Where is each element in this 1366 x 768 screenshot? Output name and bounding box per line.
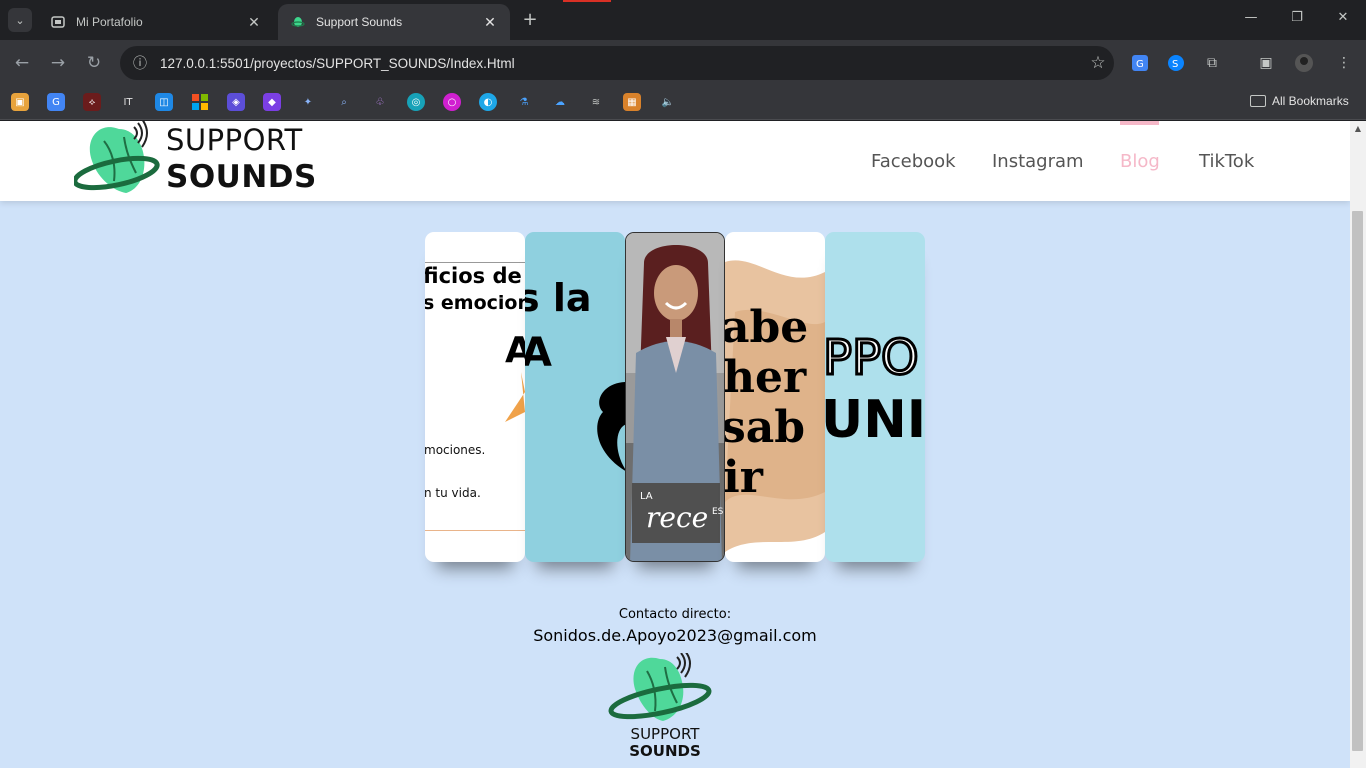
card2-black-shape xyxy=(597,382,625,471)
folder-icon xyxy=(1250,95,1266,107)
card3-caption: rece xyxy=(646,501,709,534)
bookmark-speaker-icon[interactable]: 🔈 xyxy=(659,93,677,111)
side-panel-icon[interactable]: ▣ xyxy=(1256,53,1276,73)
profile-avatar[interactable] xyxy=(1294,53,1314,73)
page-scrollbar[interactable]: ▲ xyxy=(1350,121,1366,768)
nav-facebook[interactable]: Facebook xyxy=(871,151,956,172)
nav-blog[interactable]: Blog xyxy=(1120,151,1160,172)
reload-icon[interactable]: ↻ xyxy=(82,51,106,75)
bookmark-purple-icon[interactable]: ◆ xyxy=(263,93,281,111)
scroll-up-arrow-icon[interactable]: ▲ xyxy=(1353,124,1363,133)
bookmark-sparkle-icon[interactable]: ✦ xyxy=(299,93,317,111)
bookmark-pattern-icon[interactable]: ▦ xyxy=(623,93,641,111)
card1-big-letter: A xyxy=(505,330,525,371)
tab-support-sounds[interactable]: Support Sounds ✕ xyxy=(278,4,510,40)
bookmark-translate-icon[interactable]: G xyxy=(47,93,65,111)
bookmark-tree-icon[interactable]: ♧ xyxy=(371,93,389,111)
contact-email-link[interactable]: Sonidos.de.Apoyo2023@gmail.com xyxy=(0,626,1350,645)
logo-line2: SOUNDS xyxy=(166,159,317,195)
heart-planet-logo-icon xyxy=(74,121,160,193)
recording-indicator xyxy=(563,0,611,2)
site-header: SUPPORT SOUNDS Facebook Instagram Blog T… xyxy=(0,121,1350,201)
extensions-puzzle-icon[interactable]: ⧉ xyxy=(1202,53,1222,73)
logo-line1: SUPPORT xyxy=(166,123,303,157)
page-viewport: SUPPORT SOUNDS Facebook Instagram Blog T… xyxy=(0,121,1350,768)
bookmark-red-icon[interactable]: ⟡ xyxy=(83,93,101,111)
bookmark-ring-icon[interactable]: ○ xyxy=(443,93,461,111)
card-bottom-rule xyxy=(425,530,525,531)
site-info-icon[interactable]: ⓘ xyxy=(124,53,156,73)
back-icon[interactable]: ← xyxy=(10,51,34,75)
gallery-card-4[interactable]: abe her sab ir xyxy=(725,232,825,562)
bookmark-box-icon[interactable]: ◫ xyxy=(155,93,173,111)
shazam-extension-icon[interactable]: S xyxy=(1166,53,1186,73)
bookmark-microsoft-icon[interactable] xyxy=(191,93,209,111)
new-tab-button[interactable]: + xyxy=(518,10,542,30)
gallery-card-3-photo[interactable]: rece ES LA xyxy=(625,232,725,562)
bookmark-cube-icon[interactable]: ◈ xyxy=(227,93,245,111)
url-text[interactable]: 127.0.0.1:5501/proyectos/SUPPORT_SOUNDS/… xyxy=(156,56,1082,71)
card4-line2: her xyxy=(725,352,807,403)
tab-title: Support Sounds xyxy=(316,15,403,29)
restore-icon[interactable]: ❐ xyxy=(1282,10,1312,30)
gallery-card-2[interactable]: s la A xyxy=(525,232,625,562)
bookmark-type-icon[interactable]: IT xyxy=(119,93,137,111)
footer-logo-line1: SUPPORT xyxy=(630,725,700,743)
tab-search-button[interactable]: ⌄ xyxy=(8,8,32,32)
card1-heading-line2: s emocione xyxy=(425,292,525,314)
page-favicon-icon xyxy=(50,14,66,30)
forward-icon[interactable]: → xyxy=(46,51,70,75)
menu-kebab-icon[interactable]: ⋮ xyxy=(1334,53,1354,73)
card-top-rule xyxy=(425,262,525,263)
card3-caption-suffix: ES xyxy=(712,507,724,517)
bookmark-blue-icon[interactable]: ◐ xyxy=(479,93,497,111)
nav-tiktok[interactable]: TikTok xyxy=(1199,151,1254,172)
card1-heading-line1: ficios de li xyxy=(425,264,525,288)
gallery-card-1[interactable]: ficios de li s emocione A mociones. n tu… xyxy=(425,232,525,562)
support-sounds-favicon-icon xyxy=(290,14,306,30)
nav-instagram[interactable]: Instagram xyxy=(992,151,1084,172)
close-tab-icon[interactable]: ✕ xyxy=(482,14,498,30)
bookmark-cloud-icon[interactable]: ☁ xyxy=(551,93,569,111)
card5-line1: PPO xyxy=(825,329,920,388)
card4-line1: abe xyxy=(725,302,809,353)
all-bookmarks-label: All Bookmarks xyxy=(1272,94,1349,108)
card2-big-letter: A xyxy=(525,330,552,376)
active-nav-indicator xyxy=(1120,121,1159,125)
bookmark-bag-icon[interactable]: ▣ xyxy=(11,93,29,111)
tab-title: Mi Portafolio xyxy=(76,15,143,29)
bookmark-flask-icon[interactable]: ⚗ xyxy=(515,93,533,111)
site-logo[interactable]: SUPPORT SOUNDS xyxy=(74,121,317,199)
svg-text:G: G xyxy=(1136,59,1144,70)
card1-small-line2: n tu vida. xyxy=(425,486,481,500)
bookmark-layers-icon[interactable]: ≋ xyxy=(587,93,605,111)
card5-line2: UNI xyxy=(825,390,925,450)
bookmark-search-icon[interactable]: ⌕ xyxy=(335,93,353,111)
scrollbar-thumb[interactable] xyxy=(1352,211,1363,751)
translate-extension-icon[interactable]: G xyxy=(1130,53,1150,73)
address-bar[interactable]: ⓘ 127.0.0.1:5501/proyectos/SUPPORT_SOUND… xyxy=(120,46,1114,80)
card3-caption-prefix: LA xyxy=(640,491,653,502)
footer-logo-line2: SOUNDS xyxy=(629,742,701,760)
gallery-card-5[interactable]: PPO UNI xyxy=(825,232,925,562)
tab-strip: ⌄ Mi Portafolio ✕ Support Sounds ✕ + — ❐… xyxy=(0,0,1366,40)
bookmark-star-icon[interactable]: ☆ xyxy=(1082,53,1114,73)
footer-heart-planet-logo-icon xyxy=(608,653,712,721)
card1-orange-shape xyxy=(505,372,525,422)
card2-heading: s la xyxy=(525,276,592,320)
close-tab-icon[interactable]: ✕ xyxy=(246,14,262,30)
footer-logo[interactable]: SUPPORT SOUNDS xyxy=(605,653,715,768)
card1-small-line1: mociones. xyxy=(425,443,486,457)
svg-text:S: S xyxy=(1172,59,1178,70)
close-window-icon[interactable]: ✕ xyxy=(1328,10,1358,30)
card4-line3: sab xyxy=(725,402,806,453)
tab-mi-portafolio[interactable]: Mi Portafolio ✕ xyxy=(38,4,274,40)
card4-line4: ir xyxy=(725,452,763,503)
contact-label: Contacto directo: xyxy=(618,607,732,622)
all-bookmarks-button[interactable]: All Bookmarks xyxy=(1250,94,1349,108)
bookmarks-bar: ▣ G ⟡ IT ◫ ◈ ◆ ✦ ⌕ ♧ ◎ ○ ◐ ⚗ ☁ ≋ ▦ 🔈 All… xyxy=(0,86,1366,120)
bookmark-circle-icon[interactable]: ◎ xyxy=(407,93,425,111)
minimize-icon[interactable]: — xyxy=(1236,10,1266,30)
browser-toolbar: ← → ↻ ⓘ 127.0.0.1:5501/proyectos/SUPPORT… xyxy=(0,40,1366,86)
